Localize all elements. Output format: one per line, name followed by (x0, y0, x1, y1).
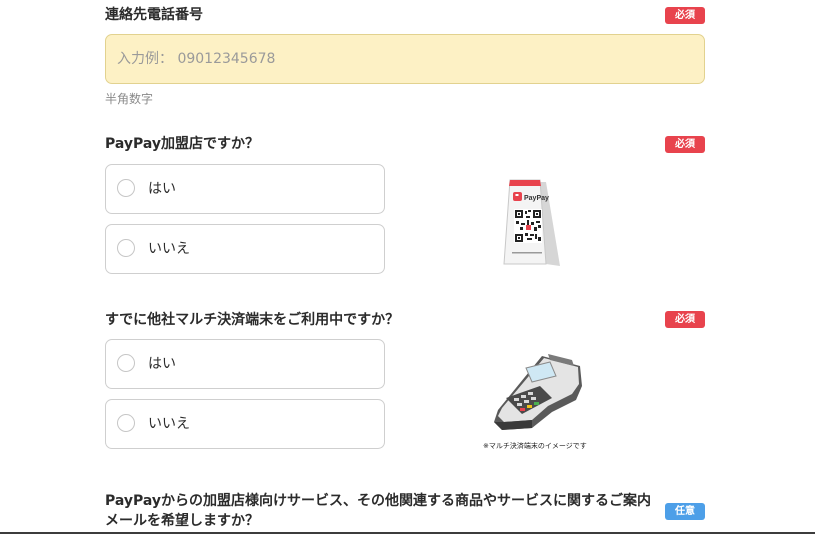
paypay-stand-illustration: PayPay (503, 179, 560, 266)
paypay-logo-icon (513, 192, 522, 201)
option-label: はい (148, 356, 176, 372)
newsletter-title-line1: PayPayからの加盟店様向けサービス、その他関連する商品やサービスに関するご案… (105, 493, 652, 509)
qr-code-icon (514, 209, 542, 243)
optional-badge: 任意 (665, 503, 705, 520)
radio-button[interactable] (117, 414, 135, 432)
phone-hint: 半角数字 (105, 92, 154, 106)
radio-button[interactable] (117, 179, 135, 197)
paypay-merchant-title: PayPay加盟店ですか？ (105, 136, 260, 152)
radio-button[interactable] (117, 239, 135, 257)
phone-input[interactable] (105, 34, 705, 84)
paypay-merchant-yes-option[interactable]: はい (105, 164, 385, 214)
multi-terminal-no-option[interactable]: いいえ (105, 399, 385, 449)
phone-title: 連絡先電話番号 (105, 7, 203, 23)
radio-button[interactable] (117, 354, 135, 372)
newsletter-title-line2: メールを希望しますか？ (105, 513, 259, 529)
option-label: はい (148, 181, 176, 197)
multi-terminal-title: すでに他社マルチ決済端末をご利用中ですか？ (105, 312, 400, 328)
option-label: いいえ (148, 241, 190, 257)
stand-brand-label: PayPay (524, 195, 549, 202)
option-label: いいえ (148, 416, 190, 432)
required-badge: 必須 (665, 311, 705, 328)
paypay-merchant-no-option[interactable]: いいえ (105, 224, 385, 274)
payment-terminal-illustration (494, 354, 582, 430)
required-badge: 必須 (665, 136, 705, 153)
required-badge: 必須 (665, 7, 705, 24)
multi-terminal-yes-option[interactable]: はい (105, 339, 385, 389)
terminal-caption: ※マルチ決済端末のイメージです (483, 442, 587, 450)
